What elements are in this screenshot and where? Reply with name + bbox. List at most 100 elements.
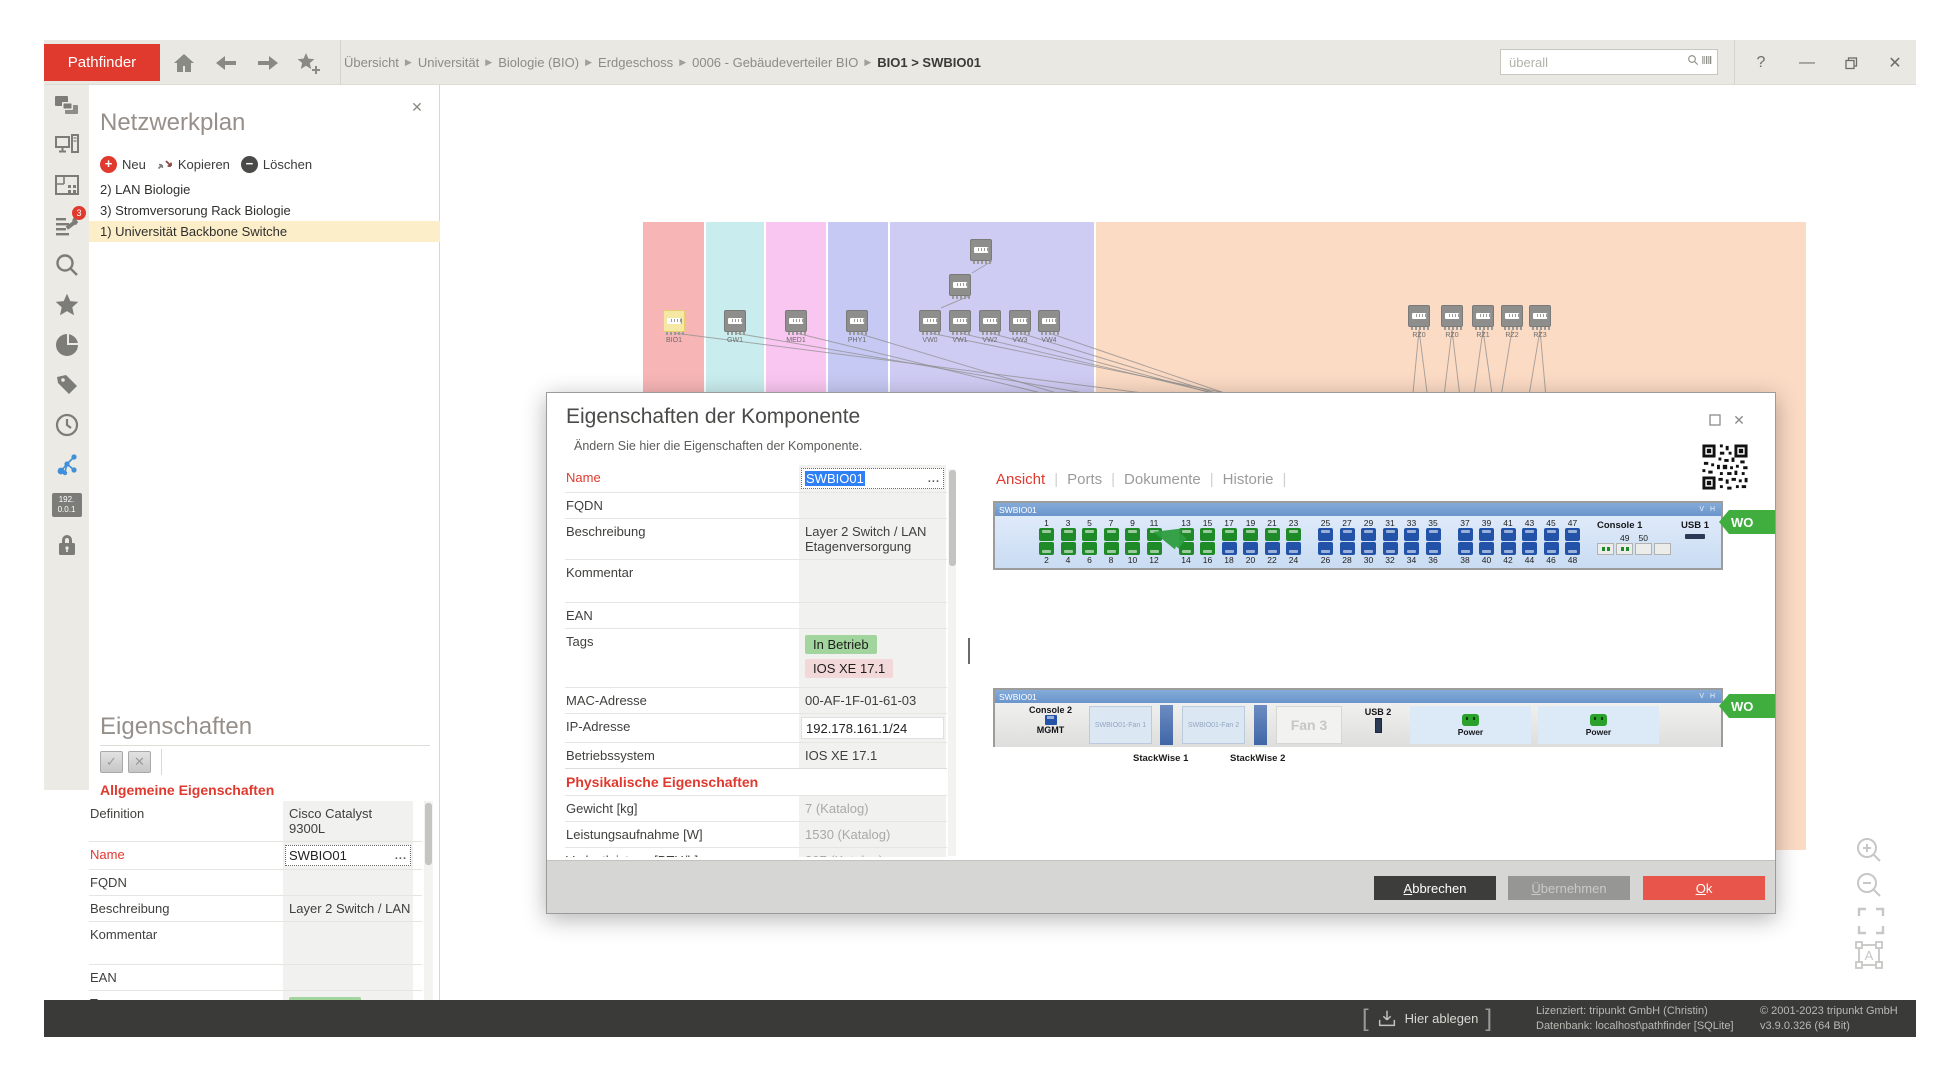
breadcrumb-item[interactable]: Universität: [418, 55, 479, 70]
props-scrollbar[interactable]: [424, 801, 433, 1000]
tab-ports[interactable]: Ports: [1058, 471, 1111, 488]
stackwise2-port[interactable]: [1254, 705, 1267, 745]
network-node-phy1[interactable]: [846, 310, 868, 332]
port-15[interactable]: [1200, 528, 1215, 541]
port-23[interactable]: [1286, 528, 1301, 541]
plan-list-item[interactable]: 1) Universität Backbone Switche: [89, 221, 440, 242]
back-arrow-icon[interactable]: [214, 51, 238, 75]
abbrechen-button[interactable]: Abbrechen: [1374, 876, 1496, 900]
drop-zone[interactable]: [ Hier ablegen ]: [1362, 1000, 1492, 1037]
port-38[interactable]: [1458, 542, 1473, 555]
network-node-vw1[interactable]: [949, 310, 971, 332]
port-9[interactable]: [1125, 528, 1140, 541]
restore-icon[interactable]: [1836, 50, 1866, 76]
name-input[interactable]: SWBIO01...: [285, 845, 411, 866]
sidebar-item-tag[interactable]: [44, 365, 89, 405]
new-button-label[interactable]: Neu: [122, 157, 146, 172]
fan1-module[interactable]: SWBIO01-Fan 1: [1089, 706, 1152, 744]
help-icon[interactable]: ?: [1746, 50, 1776, 76]
barcode-icon[interactable]: [1701, 53, 1713, 71]
port-44[interactable]: [1522, 542, 1537, 555]
port-28[interactable]: [1340, 542, 1355, 555]
view-mode-buttons[interactable]: V H: [1699, 693, 1717, 700]
sidebar-item-lock[interactable]: [44, 525, 89, 565]
port-4[interactable]: [1061, 542, 1076, 555]
close-icon[interactable]: ✕: [1880, 50, 1910, 76]
port-7[interactable]: [1104, 528, 1119, 541]
port-36[interactable]: [1426, 542, 1441, 555]
network-node-bio1[interactable]: [663, 310, 685, 332]
port-22[interactable]: [1265, 542, 1280, 555]
network-node-rz0[interactable]: [1441, 305, 1463, 327]
port-34[interactable]: [1404, 542, 1419, 555]
port-10[interactable]: [1125, 542, 1140, 555]
sidebar-item-netzwerkplan[interactable]: [44, 85, 89, 125]
new-icon[interactable]: +: [100, 156, 117, 173]
network-node-rz1[interactable]: [1472, 305, 1494, 327]
network-node-vw4[interactable]: [1038, 310, 1060, 332]
sidebar-item-floorplan[interactable]: [44, 165, 89, 205]
sidebar-item-clock[interactable]: [44, 405, 89, 445]
wo-tag[interactable]: WO: [1719, 510, 1775, 534]
copy-icon[interactable]: [157, 155, 173, 174]
favorite-add-icon[interactable]: [296, 51, 320, 75]
sidebar-item-star[interactable]: [44, 285, 89, 325]
port-5[interactable]: [1082, 528, 1097, 541]
sfp-port-empty[interactable]: [1635, 543, 1652, 555]
text-select-icon[interactable]: A: [1854, 940, 1884, 970]
network-node-rz0[interactable]: [1408, 305, 1430, 327]
port-29[interactable]: [1361, 528, 1376, 541]
breadcrumb-item[interactable]: Erdgeschoss: [598, 55, 673, 70]
port-42[interactable]: [1501, 542, 1516, 555]
wo-tag[interactable]: WO: [1719, 694, 1775, 718]
network-node-gw1[interactable]: [724, 310, 746, 332]
bernehmen-button[interactable]: Übernehmen: [1508, 876, 1630, 900]
network-node[interactable]: [949, 274, 971, 296]
dialog-form-scrollbar[interactable]: [948, 469, 956, 856]
port-6[interactable]: [1082, 542, 1097, 555]
breadcrumb-item[interactable]: Biologie (BIO): [498, 55, 579, 70]
sidebar-item-ip-address[interactable]: 192.0.0.1: [44, 485, 89, 525]
tab-dokumente[interactable]: Dokumente: [1115, 471, 1210, 488]
sidebar-item-network-graph[interactable]: [44, 445, 89, 485]
apply-check-icon[interactable]: ✓: [100, 751, 123, 773]
view-mode-buttons[interactable]: V H: [1699, 506, 1717, 513]
discard-x-icon[interactable]: ✕: [128, 751, 151, 773]
port-3[interactable]: [1061, 528, 1076, 541]
breadcrumb-item[interactable]: Übersicht: [344, 55, 399, 70]
panel-close-icon[interactable]: ✕: [409, 99, 425, 115]
search-icon[interactable]: [1687, 53, 1699, 71]
port-27[interactable]: [1340, 528, 1355, 541]
more-options-button[interactable]: ...: [928, 473, 940, 485]
port-45[interactable]: [1544, 528, 1559, 541]
network-node-med1[interactable]: [785, 310, 807, 332]
minimize-icon[interactable]: —: [1792, 50, 1822, 76]
sidebar-item-search[interactable]: [44, 245, 89, 285]
port-43[interactable]: [1522, 528, 1537, 541]
port-1[interactable]: [1039, 528, 1054, 541]
network-node-rz3[interactable]: [1529, 305, 1551, 327]
port-18[interactable]: [1222, 542, 1237, 555]
usb1-port[interactable]: [1685, 534, 1705, 539]
port-30[interactable]: [1361, 542, 1376, 555]
sfp-port-49[interactable]: [1597, 543, 1614, 555]
dialog-maximize-icon[interactable]: [1706, 411, 1724, 429]
network-node-vw0[interactable]: [919, 310, 941, 332]
network-node-rz2[interactable]: [1501, 305, 1523, 327]
port-21[interactable]: [1265, 528, 1280, 541]
sfp-port-empty[interactable]: [1654, 543, 1671, 555]
home-icon[interactable]: [172, 51, 196, 75]
port-26[interactable]: [1318, 542, 1333, 555]
stackwise1-port[interactable]: [1160, 705, 1173, 745]
port-35[interactable]: [1426, 528, 1441, 541]
delete-button-label[interactable]: Löschen: [263, 157, 312, 172]
sidebar-item-piechart[interactable]: [44, 325, 89, 365]
dialog-close-icon[interactable]: ✕: [1730, 411, 1748, 429]
sfp-port-50[interactable]: [1616, 543, 1633, 555]
copy-button-label[interactable]: Kopieren: [178, 157, 230, 172]
fan3-slot[interactable]: Fan 3: [1276, 706, 1342, 744]
console2-port[interactable]: [1045, 715, 1057, 725]
port-20[interactable]: [1243, 542, 1258, 555]
more-options-button[interactable]: ...: [395, 850, 407, 862]
search-input[interactable]: [1509, 55, 1685, 70]
